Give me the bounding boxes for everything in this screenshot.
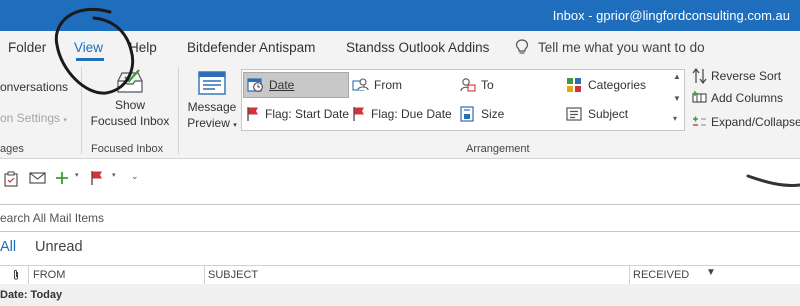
- arrange-flag-due-label: Flag: Due Date: [371, 107, 452, 121]
- tell-me-text: Tell me what you want to do: [538, 40, 705, 55]
- show-focused-inbox-label-1: Show: [114, 98, 146, 112]
- expand-collapse-icon: [693, 116, 706, 126]
- reverse-sort-label: Reverse Sort: [711, 69, 782, 83]
- arrange-categories-label: Categories: [588, 78, 647, 92]
- arrange-by-from[interactable]: From: [352, 72, 452, 98]
- filter-all[interactable]: All: [0, 239, 16, 255]
- focused-inbox-group-label: Focused Inbox: [91, 143, 164, 155]
- title-bar: Inbox - gprior@lingfordconsulting.com.au: [0, 0, 800, 31]
- red-flag-icon[interactable]: [90, 170, 104, 186]
- expand-collapse-label: Expand/Collapse: [711, 115, 800, 129]
- column-divider[interactable]: [629, 266, 630, 284]
- gallery-scroll[interactable]: ▲ ▼ ▾: [671, 69, 685, 131]
- message-preview-icon: [198, 71, 226, 95]
- message-preview-label-2: Preview: [187, 116, 230, 130]
- red-flag-icon: [247, 107, 258, 121]
- add-columns-button[interactable]: Add Columns: [692, 91, 783, 105]
- add-columns-icon: [692, 91, 707, 103]
- tell-me-box[interactable]: Tell me what you want to do: [515, 39, 705, 55]
- arrange-date-label: Date: [269, 78, 295, 92]
- search-placeholder: earch All Mail Items: [0, 211, 105, 225]
- message-preview-button[interactable]: Message Preview ▾: [184, 71, 240, 134]
- arrange-by-size[interactable]: Size: [459, 101, 559, 127]
- arrange-by-categories[interactable]: Categories: [566, 72, 666, 98]
- focused-inbox-icon: [117, 69, 143, 93]
- tab-standss-outlook-addins[interactable]: Standss Outlook Addins: [346, 40, 489, 55]
- group-divider: [178, 67, 179, 154]
- ribbon-tabs: Folder View Help Bitdefender Antispam St…: [0, 31, 800, 63]
- search-box[interactable]: earch All Mail Items: [0, 204, 800, 232]
- filter-unread[interactable]: Unread: [35, 239, 83, 255]
- add-columns-label: Add Columns: [711, 91, 784, 105]
- window-title: Inbox - gprior@lingfordconsulting.com.au: [552, 8, 790, 23]
- dropdown-arrow-icon[interactable]: ▾: [112, 171, 116, 179]
- paperclip-icon: [14, 269, 18, 280]
- tab-view[interactable]: View: [74, 40, 103, 55]
- arrange-to-label: To: [481, 78, 494, 92]
- customize-toolbar-icon[interactable]: ⌄: [131, 171, 139, 182]
- dropdown-arrow-icon: ▾: [63, 117, 67, 124]
- date-group-header[interactable]: Date: Today: [0, 284, 800, 306]
- message-list-header: FROM SUBJECT RECEIVED ▼: [0, 265, 800, 285]
- arrange-by-to[interactable]: To: [459, 72, 559, 98]
- mail-envelope-icon[interactable]: [29, 172, 46, 184]
- arrange-by-flag-due-date[interactable]: Flag: Due Date: [352, 101, 458, 127]
- column-subject[interactable]: SUBJECT: [208, 269, 258, 281]
- ribbon: onversations on Settings ▾ ages Show Foc…: [0, 63, 800, 159]
- from-person-icon: [352, 78, 369, 91]
- tab-bitdefender-antispam[interactable]: Bitdefender Antispam: [187, 40, 315, 55]
- message-preview-label-1: Message: [187, 100, 237, 114]
- messages-group-label: ages: [0, 143, 24, 155]
- size-icon: [460, 106, 474, 122]
- column-received[interactable]: RECEIVED: [633, 269, 689, 281]
- attachment-column-icon[interactable]: [12, 269, 20, 284]
- active-tab-indicator: [76, 58, 104, 61]
- subject-icon: [566, 107, 582, 121]
- conversation-settings-label: on Settings: [0, 111, 61, 125]
- categories-icon: [567, 78, 581, 92]
- red-flag-icon: [353, 107, 364, 121]
- scroll-up-icon[interactable]: ▲: [673, 72, 681, 81]
- tab-help[interactable]: Help: [129, 40, 157, 55]
- add-plus-icon[interactable]: [55, 171, 69, 185]
- date-group-label: Date: Today: [0, 289, 63, 301]
- tab-folder[interactable]: Folder: [8, 40, 46, 55]
- arrange-subject-label: Subject: [588, 107, 629, 121]
- show-focused-inbox-button[interactable]: Show Focused Inbox: [87, 68, 173, 129]
- conversations-toggle[interactable]: onversations: [0, 80, 68, 94]
- arrange-by-date[interactable]: Date: [243, 72, 349, 98]
- column-from[interactable]: FROM: [33, 269, 65, 281]
- column-divider[interactable]: [28, 266, 29, 284]
- reverse-sort-button[interactable]: Reverse Sort: [692, 68, 781, 84]
- expand-collapse-button[interactable]: Expand/Collapse: [692, 115, 800, 129]
- arrangement-group-label: Arrangement: [466, 143, 530, 155]
- dropdown-arrow-icon[interactable]: ▾: [75, 171, 79, 179]
- dropdown-arrow-icon: ▾: [233, 122, 237, 129]
- arrange-from-label: From: [374, 78, 402, 92]
- group-divider: [81, 67, 82, 154]
- reverse-sort-icon: [692, 68, 707, 84]
- arrange-flag-start-label: Flag: Start Date: [265, 107, 350, 121]
- quick-access-toolbar: ▾ ▾ ⌄: [0, 159, 800, 197]
- lightbulb-icon: [515, 39, 529, 54]
- gallery-more-icon[interactable]: ▾: [673, 114, 677, 123]
- clipboard-icon[interactable]: [4, 171, 18, 187]
- sort-descending-icon[interactable]: ▼: [706, 267, 716, 278]
- arrangement-gallery: Date From To Categories Flag: Start Date…: [241, 69, 673, 131]
- calendar-clock-icon: [247, 78, 263, 92]
- arrange-by-flag-start-date[interactable]: Flag: Start Date: [246, 101, 352, 127]
- to-person-icon: [460, 78, 476, 92]
- arrange-by-subject[interactable]: Subject: [566, 101, 666, 127]
- column-divider[interactable]: [204, 266, 205, 284]
- conversation-settings-button[interactable]: on Settings ▾: [0, 111, 67, 125]
- show-focused-inbox-label-2: Focused Inbox: [90, 114, 170, 128]
- arrange-size-label: Size: [481, 107, 505, 121]
- scroll-down-icon[interactable]: ▼: [673, 94, 681, 103]
